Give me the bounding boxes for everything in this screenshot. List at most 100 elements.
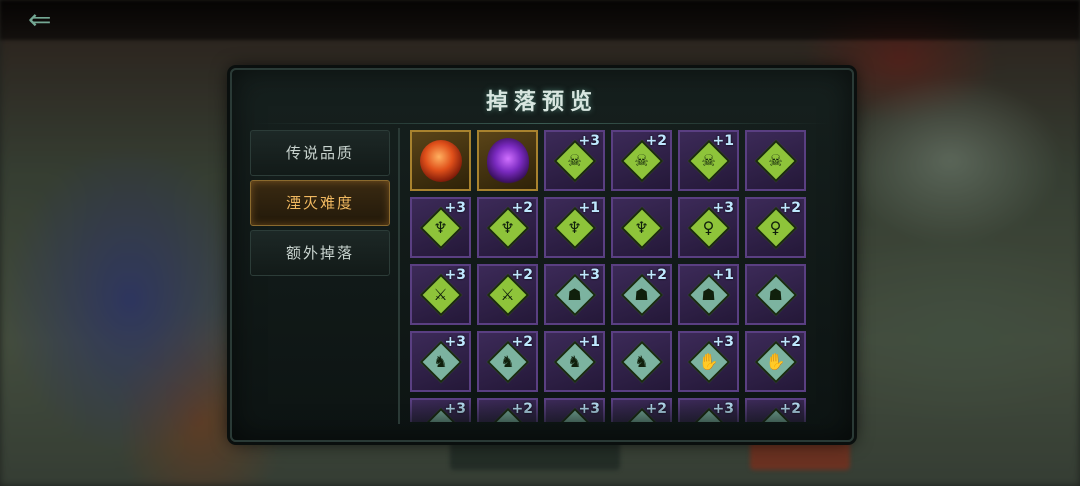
drop-item-slot[interactable]: ✦ +3 [544, 398, 605, 422]
drop-item-slot[interactable]: ☗ +2 [611, 264, 672, 325]
drop-item-slot[interactable]: ♞ +1 [544, 331, 605, 392]
bonus-level-label: +1 [712, 267, 734, 283]
bonus-level-label: +2 [779, 401, 801, 417]
bonus-level-label: +3 [444, 200, 466, 216]
tab-label: 额外掉落 [285, 244, 354, 262]
horned-helm-rune-icon: ♆ [567, 217, 582, 237]
horned-helm-rune-icon: ♆ [500, 217, 515, 237]
bonus-level-label: +2 [779, 200, 801, 216]
rune-icon: ✦ [769, 420, 782, 422]
drop-item-slot[interactable]: ✦ +2 [477, 398, 538, 422]
bonus-level-label: +3 [444, 267, 466, 283]
horned-helm-rune-icon: ♆ [634, 217, 649, 237]
drop-item-slot[interactable]: ✦ +3 [410, 398, 471, 422]
bonus-level-label: +2 [511, 401, 533, 417]
mask-rune-icon: ☗ [634, 284, 649, 304]
blurred-bottom-button [450, 440, 620, 470]
drop-item-slot[interactable]: ☗ +3 [544, 264, 605, 325]
rune-icon: ✦ [635, 420, 648, 422]
weapon-rune-icon: ⚔ [433, 284, 448, 304]
drop-item-slot[interactable] [410, 130, 471, 191]
drop-item-slot[interactable]: ⚔ +3 [410, 264, 471, 325]
drop-item-slot[interactable]: ☠ +1 [678, 130, 739, 191]
panel-title: 掉落预览 [485, 89, 598, 115]
mask-rune-icon: ☗ [567, 284, 582, 304]
drop-item-slot[interactable]: ✦ +3 [678, 398, 739, 422]
tab-extra-drops[interactable]: 额外掉落 [250, 230, 390, 276]
bonus-level-label: +2 [779, 334, 801, 350]
drop-item-grid: ☠ +3 ☠ +2 ☠ +1 ☠ ♆ +3 ♆ +2 ♆ +1 ♆ ♀ +3 ♀ +2 ⚔ +3 ⚔ +2 ☗ +3 ☗ +2 ☗ +… [410, 130, 806, 422]
drop-item-grid-viewport[interactable]: ☠ +3 ☠ +2 ☠ +1 ☠ ♆ +3 ♆ +2 ♆ +1 ♆ ♀ +3 ♀ +2 ⚔ +3 ⚔ +2 ☗ +3 ☗ +2 ☗ +… [410, 130, 820, 422]
rune-icon: ✦ [702, 420, 715, 422]
bonus-level-label: +1 [578, 334, 600, 350]
bonus-level-label: +3 [578, 267, 600, 283]
skull-rune-icon: ☠ [567, 150, 582, 170]
bonus-level-label: +2 [511, 200, 533, 216]
bonus-level-label: +3 [712, 200, 734, 216]
tab-annihilation-difficulty[interactable]: 湮灭难度 [250, 180, 390, 226]
back-arrow-icon[interactable]: ⇐ [28, 6, 86, 34]
figure-rune-icon: ♀ [769, 217, 782, 237]
tab-label: 传说品质 [285, 144, 354, 162]
drop-item-slot[interactable]: ♆ +3 [410, 197, 471, 258]
drop-item-slot[interactable]: ♆ +2 [477, 197, 538, 258]
claw-rune-icon: ✋ [765, 351, 786, 371]
drop-item-slot[interactable]: ☗ +1 [678, 264, 739, 325]
drop-preview-panel: 掉落预览 传说品质 湮灭难度 额外掉落 ☠ +3 ☠ +2 ☠ +1 ☠ ♆ +3 ♆ +2 ♆ +1 ♆… [230, 68, 854, 442]
tab-legendary-quality[interactable]: 传说品质 [250, 130, 390, 176]
mask-rune-icon: ☗ [768, 284, 783, 304]
title-divider [252, 123, 832, 124]
rune-icon: ✦ [568, 420, 581, 422]
weapon-rune-icon: ⚔ [500, 284, 515, 304]
blurred-bottom-button [750, 440, 850, 470]
drop-item-slot[interactable]: ♆ [611, 197, 672, 258]
skull-rune-icon: ☠ [768, 150, 783, 170]
claw-rune-icon: ✋ [698, 351, 719, 371]
rune-icon: ✦ [434, 420, 447, 422]
bonus-level-label: +3 [712, 334, 734, 350]
drop-item-slot[interactable]: ☠ [745, 130, 806, 191]
void-mask-icon [487, 138, 529, 184]
bonus-level-label: +2 [645, 401, 667, 417]
tab-label: 湮灭难度 [285, 194, 354, 212]
bonus-level-label: +2 [645, 267, 667, 283]
fire-orb-icon [420, 140, 462, 182]
drop-item-slot[interactable]: ♆ +1 [544, 197, 605, 258]
bonus-level-label: +3 [444, 401, 466, 417]
drop-item-slot[interactable]: ☠ +2 [611, 130, 672, 191]
drop-item-slot[interactable]: ♀ +2 [745, 197, 806, 258]
top-status-bar [0, 0, 1080, 40]
horned-helm-rune-icon: ♆ [433, 217, 448, 237]
drop-item-slot[interactable]: ♞ +2 [477, 331, 538, 392]
bonus-level-label: +1 [712, 133, 734, 149]
drop-item-slot[interactable]: ♀ +3 [678, 197, 739, 258]
figure-rune-icon: ♀ [702, 217, 715, 237]
bonus-level-label: +2 [511, 334, 533, 350]
beast-rune-icon: ♞ [500, 351, 515, 371]
mask-rune-icon: ☗ [701, 284, 716, 304]
beast-rune-icon: ♞ [567, 351, 582, 371]
bonus-level-label: +1 [578, 200, 600, 216]
drop-item-slot[interactable]: ☗ [745, 264, 806, 325]
skull-rune-icon: ☠ [634, 150, 649, 170]
drop-item-slot[interactable]: ♞ +3 [410, 331, 471, 392]
drop-item-slot[interactable]: ✦ +2 [745, 398, 806, 422]
drop-item-slot[interactable]: ✋ +2 [745, 331, 806, 392]
drop-item-slot[interactable]: ✋ +3 [678, 331, 739, 392]
beast-rune-icon: ♞ [634, 351, 649, 371]
drop-item-slot[interactable]: ✦ +2 [611, 398, 672, 422]
bonus-level-label: +2 [511, 267, 533, 283]
bonus-level-label: +2 [645, 133, 667, 149]
bonus-level-label: +3 [578, 401, 600, 417]
skull-rune-icon: ☠ [701, 150, 716, 170]
drop-item-slot[interactable] [477, 130, 538, 191]
drop-item-slot[interactable]: ☠ +3 [544, 130, 605, 191]
panel-divider [398, 128, 400, 424]
bonus-level-label: +3 [578, 133, 600, 149]
drop-item-slot[interactable]: ⚔ +2 [477, 264, 538, 325]
bonus-level-label: +3 [712, 401, 734, 417]
bonus-level-label: +3 [444, 334, 466, 350]
beast-rune-icon: ♞ [433, 351, 448, 371]
rune-icon: ✦ [501, 420, 514, 422]
drop-item-slot[interactable]: ♞ [611, 331, 672, 392]
